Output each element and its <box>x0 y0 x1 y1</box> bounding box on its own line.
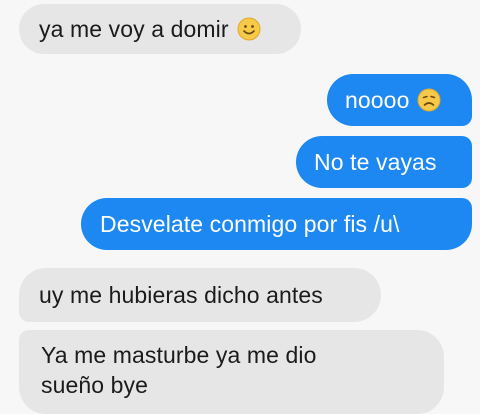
incoming-message[interactable]: Ya me masturbe ya me dio sueño bye <box>19 330 444 414</box>
sad-face-icon <box>417 88 441 112</box>
message-text: Desvelate conmigo por fis /u\ <box>100 211 400 237</box>
outgoing-message[interactable]: Desvelate conmigo por fis /u\ <box>81 198 472 250</box>
outgoing-message[interactable]: No te vayas <box>296 136 472 188</box>
smile-icon <box>237 17 261 41</box>
message-text: No te vayas <box>314 149 437 175</box>
message-text: uy me hubieras dicho antes <box>39 282 323 308</box>
message-text: ya me voy a domir <box>39 16 229 42</box>
incoming-message[interactable]: ya me voy a domir <box>19 4 301 54</box>
incoming-message[interactable]: uy me hubieras dicho antes <box>19 268 381 322</box>
outgoing-message[interactable]: noooo <box>327 74 472 126</box>
message-text: Ya me masturbe ya me dio sueño bye <box>41 342 317 398</box>
chat-thread: ya me voy a domir noooo No te vayas Desv… <box>0 0 480 414</box>
message-text: noooo <box>345 87 410 113</box>
